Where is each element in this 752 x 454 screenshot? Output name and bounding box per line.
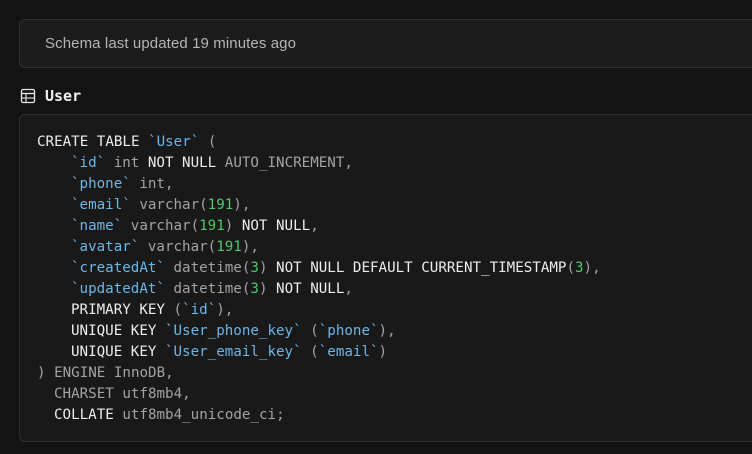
code-line: UNIQUE KEY `User_email_key` (`email`) [37,342,601,363]
code-line: `createdAt` datetime(3) NOT NULL DEFAULT… [37,258,601,279]
code-line: `email` varchar(191), [37,195,601,216]
sql-type: varchar( [122,218,200,234]
sql-identifier: `User_phone_key` [164,323,302,339]
sql-type: int [105,155,148,171]
sql-number: 191 [207,197,234,213]
sql-keyword: NOT NULL [241,218,311,234]
sql-identifier: `avatar` [71,239,140,255]
code-line: CHARSET utf8mb4, [37,384,601,405]
sql-text: AUTO_INCREMENT, [216,155,353,171]
sql-keyword: UNIQUE KEY [71,344,165,360]
sql-type: varchar( [130,197,208,213]
sql-text: ) [224,218,242,234]
sql-keyword: NOT NULL [147,155,217,171]
schema-status-banner: Schema last updated 19 minutes ago [19,19,752,68]
sql-type: datetime( [164,260,251,276]
code-line: `updatedAt` datetime(3) NOT NULL, [37,279,601,300]
code-line: `name` varchar(191) NOT NULL, [37,216,601,237]
sql-text: ) [258,260,277,276]
code-line: `id` int NOT NULL AUTO_INCREMENT, [37,153,601,174]
sql-number: 191 [199,218,225,234]
sql-text: ( [566,260,575,276]
code-line: UNIQUE KEY `User_phone_key` (`phone`), [37,321,601,342]
sql-text: ), [233,197,251,213]
table-name: User [45,87,82,105]
sql-identifier: `email` [71,197,131,213]
sql-code-block[interactable]: CREATE TABLE `User` (`id` int NOT NULL A… [19,114,752,442]
sql-type: datetime( [164,281,251,297]
sql-text: ) [378,344,388,360]
sql-text: ), [216,302,234,318]
sql-keyword: NOT NULL DEFAULT CURRENT_TIMESTAMP [276,260,567,276]
code-line: CREATE TABLE `User` ( [37,132,601,153]
table-icon [20,88,36,104]
table-header: User [20,86,81,106]
code-line: PRIMARY KEY (`id`), [37,300,601,321]
sql-identifier: `phone` [318,323,379,339]
sql-number: 3 [250,281,259,297]
sql-text: CHARSET utf8mb4, [54,386,191,402]
sql-identifier: `updatedAt` [71,281,165,297]
sql-text: ( [164,302,183,318]
sql-text: ), [241,239,259,255]
sql-identifier: `createdAt` [71,260,165,276]
code-line: ) ENGINE InnoDB, [37,363,601,384]
sql-text: , [310,218,319,234]
sql-number: 3 [575,260,584,276]
sql-identifier: `id` [182,302,217,318]
sql-identifier: `name` [71,218,123,234]
sql-text: , [344,281,353,297]
code-line: `phone` int, [37,174,601,195]
code-line: `avatar` varchar(191), [37,237,601,258]
sql-identifier: `User_email_key` [164,344,302,360]
sql-type: varchar( [139,239,217,255]
sql-identifier: `phone` [71,176,131,192]
sql-keyword: UNIQUE KEY [71,323,165,339]
sql-text: ) [258,281,277,297]
sql-keyword: NOT NULL [276,281,345,297]
sql-identifier: `email` [318,344,379,360]
sql-text: ), [583,260,601,276]
sql-text: ), [378,323,396,339]
sql-keyword: COLLATE [54,407,114,423]
sql-keyword: CREATE TABLE [37,134,149,150]
sql-keyword: PRIMARY KEY [71,302,165,318]
code-line: COLLATE utf8mb4_unicode_ci; [37,405,601,426]
schema-updated-text: Schema last updated 19 minutes ago [45,35,297,52]
sql-text: ( [301,323,319,339]
sql-text: ) [37,365,55,381]
sql-text: ( [199,134,217,150]
sql-text: ENGINE InnoDB, [54,365,174,381]
sql-text: utf8mb4_unicode_ci; [113,407,285,423]
sql-type: int, [130,176,174,192]
sql-number: 3 [250,260,259,276]
sql-identifier: `User` [148,134,200,150]
create-table-statement: CREATE TABLE `User` (`id` int NOT NULL A… [37,132,601,426]
sql-number: 191 [216,239,242,255]
sql-identifier: `id` [71,155,106,171]
sql-text: ( [301,344,319,360]
